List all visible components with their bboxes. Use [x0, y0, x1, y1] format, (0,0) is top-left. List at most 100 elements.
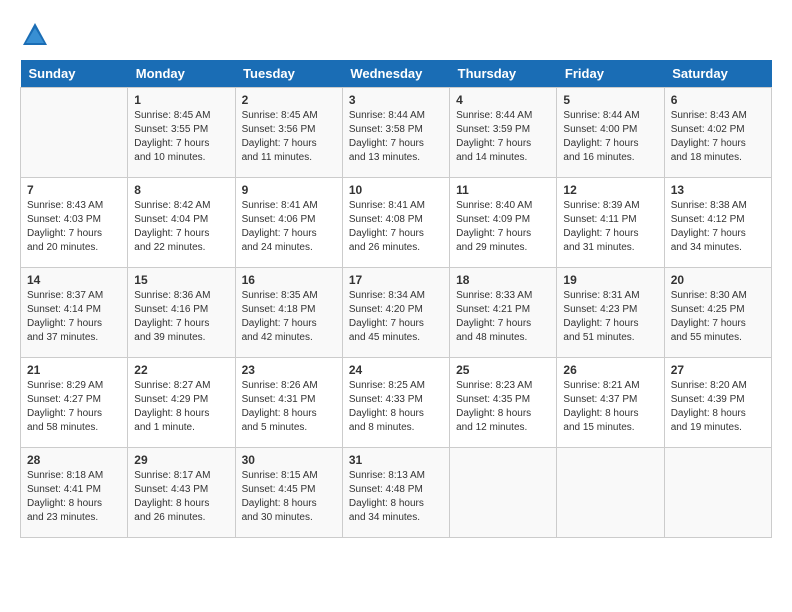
day-info: Sunrise: 8:45 AMSunset: 3:56 PMDaylight:… [242, 109, 336, 165]
calendar-cell: 27 Sunrise: 8:20 AMSunset: 4:39 PMDayligh… [664, 358, 771, 448]
day-number: 7 [27, 183, 121, 197]
day-info: Sunrise: 8:42 AMSunset: 4:04 PMDaylight:… [134, 199, 228, 255]
day-info: Sunrise: 8:44 AMSunset: 3:58 PMDaylight:… [349, 109, 443, 165]
day-info: Sunrise: 8:25 AMSunset: 4:33 PMDaylight:… [349, 379, 443, 435]
day-number: 14 [27, 273, 121, 287]
day-number: 25 [456, 363, 550, 377]
week-row-2: 7 Sunrise: 8:43 AMSunset: 4:03 PMDaylight… [21, 178, 772, 268]
day-number: 21 [27, 363, 121, 377]
day-info: Sunrise: 8:39 AMSunset: 4:11 PMDaylight:… [563, 199, 657, 255]
week-row-3: 14 Sunrise: 8:37 AMSunset: 4:14 PMDayligh… [21, 268, 772, 358]
calendar-cell: 15 Sunrise: 8:36 AMSunset: 4:16 PMDayligh… [128, 268, 235, 358]
day-number: 20 [671, 273, 765, 287]
day-info: Sunrise: 8:31 AMSunset: 4:23 PMDaylight:… [563, 289, 657, 345]
day-info: Sunrise: 8:13 AMSunset: 4:48 PMDaylight:… [349, 469, 443, 525]
day-info: Sunrise: 8:15 AMSunset: 4:45 PMDaylight:… [242, 469, 336, 525]
calendar-cell: 2 Sunrise: 8:45 AMSunset: 3:56 PMDaylight… [235, 88, 342, 178]
day-info: Sunrise: 8:43 AMSunset: 4:02 PMDaylight:… [671, 109, 765, 165]
calendar-cell: 22 Sunrise: 8:27 AMSunset: 4:29 PMDayligh… [128, 358, 235, 448]
page-header [20, 20, 772, 50]
day-info: Sunrise: 8:29 AMSunset: 4:27 PMDaylight:… [27, 379, 121, 435]
day-info: Sunrise: 8:34 AMSunset: 4:20 PMDaylight:… [349, 289, 443, 345]
day-number: 24 [349, 363, 443, 377]
day-number: 19 [563, 273, 657, 287]
day-number: 26 [563, 363, 657, 377]
day-number: 5 [563, 93, 657, 107]
calendar-cell: 10Sunrise: 8:41 AMSunset: 4:08 PMDayligh… [342, 178, 449, 268]
day-number: 23 [242, 363, 336, 377]
day-header-saturday: Saturday [664, 60, 771, 88]
day-number: 18 [456, 273, 550, 287]
day-header-monday: Monday [128, 60, 235, 88]
day-info: Sunrise: 8:44 AMSunset: 3:59 PMDaylight:… [456, 109, 550, 165]
day-number: 22 [134, 363, 228, 377]
day-info: Sunrise: 8:27 AMSunset: 4:29 PMDaylight:… [134, 379, 228, 435]
day-number: 30 [242, 453, 336, 467]
calendar-table: SundayMondayTuesdayWednesdayThursdayFrid… [20, 60, 772, 538]
day-info: Sunrise: 8:20 AMSunset: 4:39 PMDaylight:… [671, 379, 765, 435]
day-number: 4 [456, 93, 550, 107]
calendar-cell: 30 Sunrise: 8:15 AMSunset: 4:45 PMDayligh… [235, 448, 342, 538]
week-row-5: 28Sunrise: 8:18 AMSunset: 4:41 PMDayligh… [21, 448, 772, 538]
day-info: Sunrise: 8:45 AMSunset: 3:55 PMDaylight:… [134, 109, 228, 165]
day-info: Sunrise: 8:40 AMSunset: 4:09 PMDaylight:… [456, 199, 550, 255]
calendar-cell: 24 Sunrise: 8:25 AMSunset: 4:33 PMDayligh… [342, 358, 449, 448]
day-header-sunday: Sunday [21, 60, 128, 88]
calendar-cell: 5 Sunrise: 8:44 AMSunset: 4:00 PMDaylight… [557, 88, 664, 178]
day-info: Sunrise: 8:44 AMSunset: 4:00 PMDaylight:… [563, 109, 657, 165]
day-number: 11 [456, 183, 550, 197]
calendar-cell: 19 Sunrise: 8:31 AMSunset: 4:23 PMDayligh… [557, 268, 664, 358]
day-info: Sunrise: 8:21 AMSunset: 4:37 PMDaylight:… [563, 379, 657, 435]
calendar-cell: 21 Sunrise: 8:29 AMSunset: 4:27 PMDayligh… [21, 358, 128, 448]
day-number: 15 [134, 273, 228, 287]
day-info: Sunrise: 8:41 AMSunset: 4:06 PMDaylight:… [242, 199, 336, 255]
calendar-cell: 25 Sunrise: 8:23 AMSunset: 4:35 PMDayligh… [450, 358, 557, 448]
calendar-cell: 14 Sunrise: 8:37 AMSunset: 4:14 PMDayligh… [21, 268, 128, 358]
calendar-cell [21, 88, 128, 178]
calendar-cell: 28Sunrise: 8:18 AMSunset: 4:41 PMDayligh… [21, 448, 128, 538]
day-number: 2 [242, 93, 336, 107]
header-row: SundayMondayTuesdayWednesdayThursdayFrid… [21, 60, 772, 88]
day-info: Sunrise: 8:26 AMSunset: 4:31 PMDaylight:… [242, 379, 336, 435]
calendar-cell [557, 448, 664, 538]
day-info: Sunrise: 8:30 AMSunset: 4:25 PMDaylight:… [671, 289, 765, 345]
day-number: 31 [349, 453, 443, 467]
day-number: 29 [134, 453, 228, 467]
calendar-cell: 18 Sunrise: 8:33 AMSunset: 4:21 PMDayligh… [450, 268, 557, 358]
calendar-cell: 26 Sunrise: 8:21 AMSunset: 4:37 PMDayligh… [557, 358, 664, 448]
day-info: Sunrise: 8:38 AMSunset: 4:12 PMDaylight:… [671, 199, 765, 255]
day-info: Sunrise: 8:35 AMSunset: 4:18 PMDaylight:… [242, 289, 336, 345]
day-info: Sunrise: 8:43 AMSunset: 4:03 PMDaylight:… [27, 199, 121, 255]
calendar-cell: 8 Sunrise: 8:42 AMSunset: 4:04 PMDaylight… [128, 178, 235, 268]
day-header-wednesday: Wednesday [342, 60, 449, 88]
day-number: 6 [671, 93, 765, 107]
day-number: 10 [349, 183, 443, 197]
week-row-1: 1Sunrise: 8:45 AMSunset: 3:55 PMDaylight… [21, 88, 772, 178]
day-number: 28 [27, 453, 121, 467]
day-number: 9 [242, 183, 336, 197]
calendar-cell [450, 448, 557, 538]
logo [20, 20, 54, 50]
calendar-cell: 13 Sunrise: 8:38 AMSunset: 4:12 PMDayligh… [664, 178, 771, 268]
day-info: Sunrise: 8:33 AMSunset: 4:21 PMDaylight:… [456, 289, 550, 345]
day-header-friday: Friday [557, 60, 664, 88]
day-info: Sunrise: 8:36 AMSunset: 4:16 PMDaylight:… [134, 289, 228, 345]
calendar-cell: 4 Sunrise: 8:44 AMSunset: 3:59 PMDaylight… [450, 88, 557, 178]
day-number: 3 [349, 93, 443, 107]
calendar-cell: 7 Sunrise: 8:43 AMSunset: 4:03 PMDaylight… [21, 178, 128, 268]
calendar-cell: 12 Sunrise: 8:39 AMSunset: 4:11 PMDayligh… [557, 178, 664, 268]
day-number: 8 [134, 183, 228, 197]
calendar-cell: 20 Sunrise: 8:30 AMSunset: 4:25 PMDayligh… [664, 268, 771, 358]
day-info: Sunrise: 8:23 AMSunset: 4:35 PMDaylight:… [456, 379, 550, 435]
day-number: 27 [671, 363, 765, 377]
calendar-cell: 17Sunrise: 8:34 AMSunset: 4:20 PMDayligh… [342, 268, 449, 358]
day-header-thursday: Thursday [450, 60, 557, 88]
calendar-cell [664, 448, 771, 538]
day-number: 13 [671, 183, 765, 197]
calendar-cell: 1Sunrise: 8:45 AMSunset: 3:55 PMDaylight… [128, 88, 235, 178]
logo-icon [20, 20, 50, 50]
day-info: Sunrise: 8:37 AMSunset: 4:14 PMDaylight:… [27, 289, 121, 345]
calendar-cell: 29Sunrise: 8:17 AMSunset: 4:43 PMDayligh… [128, 448, 235, 538]
day-number: 12 [563, 183, 657, 197]
calendar-cell: 3 Sunrise: 8:44 AMSunset: 3:58 PMDaylight… [342, 88, 449, 178]
